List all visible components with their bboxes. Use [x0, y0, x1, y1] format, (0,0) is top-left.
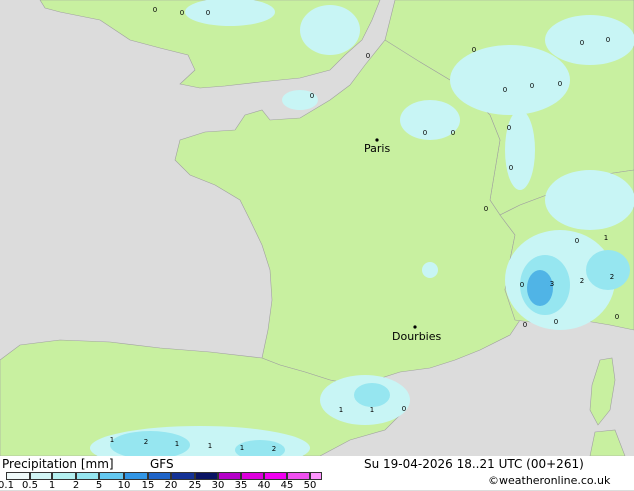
value-label: 0: [472, 46, 476, 54]
credit-text: ©weatheronline.co.uk: [488, 474, 611, 487]
scale-tick-label: 2: [72, 480, 80, 491]
scale-tick-label: 50: [303, 480, 317, 491]
value-label: 0: [206, 9, 210, 17]
scale-segment: [99, 472, 124, 480]
value-label: 0: [558, 80, 562, 88]
value-label: 0: [153, 6, 157, 14]
scale-tick-label: 35: [234, 480, 248, 491]
scale-tick-label: 15: [141, 480, 155, 491]
value-label: 0: [523, 321, 527, 329]
scale-segment: [124, 472, 148, 480]
scale-tick-label: 20: [164, 480, 178, 491]
scale-segment: [310, 472, 322, 480]
value-label: 0: [366, 52, 370, 60]
value-label: 0: [484, 205, 488, 213]
scale-segment: [52, 472, 76, 480]
scale-segment: [264, 472, 287, 480]
value-label: 0: [507, 124, 511, 132]
scale-segment: [76, 472, 99, 480]
value-label: 0: [310, 92, 314, 100]
value-label: 2: [272, 445, 276, 453]
value-label: 0: [520, 281, 524, 289]
value-label: 2: [580, 277, 584, 285]
scale-tick-label: 40: [257, 480, 271, 491]
scale-segment: [171, 472, 195, 480]
value-label: 0: [580, 39, 584, 47]
forecast-datetime: Su 19-04-2026 18..21 UTC (00+261): [364, 457, 584, 471]
value-label: 0: [575, 237, 579, 245]
scale-segment: [218, 472, 241, 480]
scale-tick-label: 0.5: [22, 480, 38, 491]
value-label: 2: [144, 438, 148, 446]
value-label: 1: [175, 440, 179, 448]
value-label: 1: [208, 442, 212, 450]
value-label: 3: [550, 280, 554, 288]
scale-tick-label: 0.1: [0, 480, 14, 491]
legend-bar: Precipitation [mm] GFS Su 19-04-2026 18.…: [0, 456, 634, 491]
scale-segment: [148, 472, 171, 480]
precipitation-map: Paris Dourbies 0 0 0 0 0 0 0 0 0 0 0 0 0…: [0, 0, 634, 456]
scale-tick-label: 45: [280, 480, 294, 491]
value-label: 1: [604, 234, 608, 242]
model-name: GFS: [150, 457, 174, 471]
value-label: 0: [509, 164, 513, 172]
value-label: 0: [402, 405, 406, 413]
value-label: 1: [339, 406, 343, 414]
value-label: 1: [240, 444, 244, 452]
city-label-paris: Paris: [364, 142, 390, 155]
scale-segment: [195, 472, 218, 480]
scale-segment: [241, 472, 264, 480]
scale-tick-label: 25: [188, 480, 202, 491]
value-label: 0: [451, 129, 455, 137]
value-label: 0: [530, 82, 534, 90]
value-label: 0: [606, 36, 610, 44]
value-label: 0: [615, 313, 619, 321]
scale-segment: [287, 472, 310, 480]
value-label: 0: [554, 318, 558, 326]
scale-tick-label: 5: [95, 480, 103, 491]
value-label: 0: [423, 129, 427, 137]
scale-segment: [6, 472, 30, 480]
value-label: 1: [370, 406, 374, 414]
value-label: 0: [180, 9, 184, 17]
value-label: 2: [610, 273, 614, 281]
city-label-dourbies: Dourbies: [392, 330, 442, 343]
scale-tick-label: 1: [48, 480, 56, 491]
scale-tick-label: 10: [117, 480, 131, 491]
scale-tick-label: 30: [211, 480, 225, 491]
value-label: 1: [110, 436, 114, 444]
legend-title: Precipitation [mm]: [2, 457, 114, 471]
value-label: 0: [503, 86, 507, 94]
scale-segment: [30, 472, 52, 480]
